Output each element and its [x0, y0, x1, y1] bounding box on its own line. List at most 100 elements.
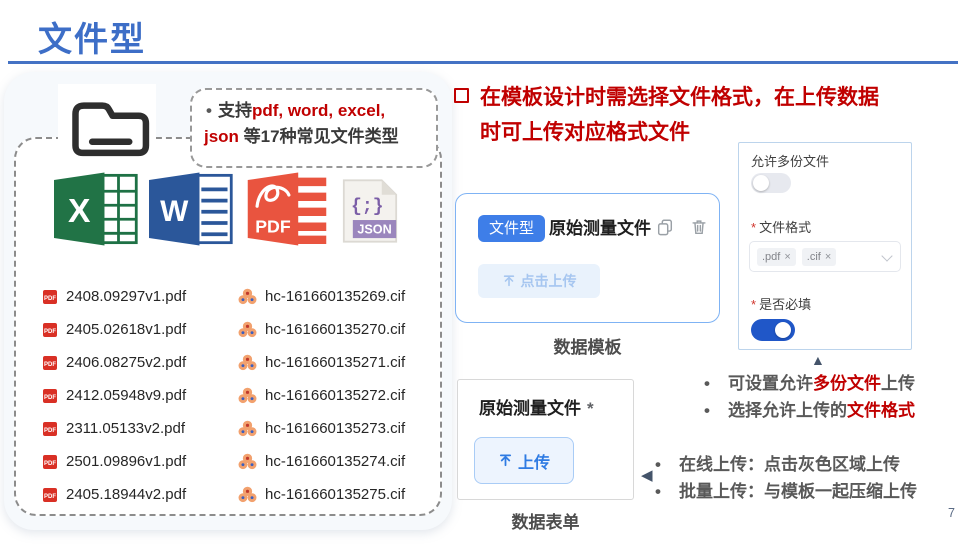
list-item: PDF 2405.18944v2.pdf	[42, 478, 186, 511]
format-tag[interactable]: .pdf ×	[757, 248, 796, 266]
square-bullet-icon	[454, 88, 469, 103]
svg-text:PDF: PDF	[44, 296, 56, 302]
file-name: hc-161660135274.cif	[265, 453, 405, 470]
settings-notes: • 可设置允许多份文件上传 • 选择允许上传的文件格式	[704, 370, 954, 424]
molecule-icon	[238, 386, 257, 405]
required-asterisk: *	[751, 220, 756, 235]
form-caption: 数据表单	[457, 508, 634, 533]
pdf-file-icon: PDF	[42, 355, 58, 371]
svg-text:PDF: PDF	[44, 461, 56, 467]
multi-file-label: 允许多份文件	[751, 151, 829, 170]
field-name: 原始测量文件	[549, 215, 651, 242]
copy-icon[interactable]	[656, 218, 674, 241]
required-mark: *	[587, 399, 594, 418]
excel-icon: X	[54, 170, 140, 248]
file-type-icons: X W PDF {;}	[42, 170, 412, 250]
multi-file-toggle[interactable]	[751, 173, 791, 193]
click-upload-button[interactable]: 点击上传	[478, 264, 600, 298]
slide: 文件型 •支持pdf, word, excel, json 等17种常见文件类型…	[0, 0, 971, 546]
format-select[interactable]: .pdf × .cif ×	[749, 241, 901, 272]
callout-tail: 等17种常见文件类型	[239, 127, 399, 146]
list-item: PDF2311.05133v2.pdf	[42, 412, 186, 445]
data-form-card: 原始测量文件* 上传	[457, 379, 634, 500]
pointer-left-icon: ◀	[641, 466, 653, 484]
tag-close-icon[interactable]: ×	[784, 251, 790, 263]
file-name: hc-161660135271.cif	[265, 354, 405, 371]
list-item: hc-161660135270.cif	[238, 313, 405, 346]
page-title: 文件型	[38, 12, 146, 61]
list-item: hc-161660135271.cif	[238, 346, 405, 379]
file-name: hc-161660135269.cif	[265, 288, 405, 305]
required-toggle[interactable]	[751, 319, 795, 341]
pdf-file-list: PDF2408.09297v1.pdf PDF2405.02618v1.pdf …	[42, 280, 186, 511]
pdf-file-icon: PDF	[42, 454, 58, 470]
pdf-file-icon: PDF	[42, 322, 58, 338]
pdf-icon: PDF	[244, 170, 330, 248]
molecule-icon	[238, 287, 257, 306]
svg-text:W: W	[160, 195, 189, 228]
list-item: PDF 2408.09297v1.pdf	[42, 280, 186, 313]
file-name: 2501.09896v1.pdf	[66, 453, 186, 470]
file-name: 2406.08275v2.pdf	[66, 354, 186, 371]
pdf-file-icon: PDF	[42, 487, 58, 503]
svg-text:{;}: {;}	[351, 197, 384, 217]
note-item: • 在线上传：点击灰色区域上传	[655, 451, 955, 478]
upload-notes: • 在线上传：点击灰色区域上传 • 批量上传：与模板一起压缩上传	[655, 451, 955, 505]
bullet-dot: •	[704, 397, 728, 424]
json-icon: {;} JSON	[342, 178, 398, 244]
file-name: hc-161660135275.cif	[265, 486, 405, 503]
file-name: hc-161660135273.cif	[265, 420, 405, 437]
list-item: hc-161660135274.cif	[238, 445, 405, 478]
note-item: • 选择允许上传的文件格式	[704, 397, 954, 424]
callout-text: 支持	[218, 101, 252, 120]
heading-line1: 在模板设计时需选择文件格式，在上传数据	[480, 80, 957, 115]
chevron-down-icon[interactable]	[881, 250, 892, 261]
list-item: hc-161660135273.cif	[238, 412, 405, 445]
molecule-icon	[238, 485, 257, 504]
trash-icon[interactable]	[690, 218, 708, 241]
file-type-chip[interactable]: 文件型	[478, 215, 545, 242]
molecule-icon	[238, 419, 257, 438]
supported-formats-callout: •支持pdf, word, excel, json 等17种常见文件类型	[190, 88, 438, 168]
upload-icon	[502, 274, 516, 288]
list-item: PDF 2406.08275v2.pdf	[42, 346, 186, 379]
note-item: • 批量上传：与模板一起压缩上传	[655, 478, 955, 505]
tag-label: .cif	[807, 251, 821, 263]
list-item: hc-161660135272.cif	[238, 379, 405, 412]
form-field-label: 原始测量文件*	[479, 394, 594, 419]
list-item: PDF 2501.09896v1.pdf	[42, 445, 186, 478]
cif-file-list: hc-161660135269.cif hc-161660135270.cif …	[238, 280, 405, 511]
bullet-dot: •	[704, 370, 728, 397]
file-name: 2408.09297v1.pdf	[66, 288, 186, 305]
folder-icon	[58, 84, 156, 168]
tag-label: .pdf	[762, 251, 780, 263]
bullet-dot: •	[655, 478, 679, 505]
svg-text:PDF: PDF	[44, 395, 56, 401]
svg-text:PDF: PDF	[44, 494, 56, 500]
file-name: hc-161660135272.cif	[265, 387, 405, 404]
upload-button[interactable]: 上传	[474, 437, 574, 484]
format-label: *文件格式	[751, 217, 811, 236]
note-item: • 可设置允许多份文件上传	[704, 370, 954, 397]
tag-close-icon[interactable]: ×	[825, 251, 831, 263]
required-asterisk: *	[751, 297, 756, 312]
list-item: PDF 2412.05948v9.pdf	[42, 379, 186, 412]
pdf-file-icon: PDF	[42, 388, 58, 404]
svg-text:X: X	[68, 193, 91, 230]
toggle-knob	[775, 322, 791, 338]
list-item: hc-161660135269.cif	[238, 280, 405, 313]
pointer-up-icon: ▲	[811, 352, 825, 368]
toggle-knob	[753, 175, 769, 191]
format-tag[interactable]: .cif ×	[802, 248, 837, 266]
file-name: 2412.05948v9.pdf	[66, 387, 186, 404]
title-underline	[8, 61, 958, 64]
svg-text:PDF: PDF	[44, 362, 56, 368]
file-name: hc-161660135270.cif	[265, 321, 405, 338]
file-name: 2405.18944v2.pdf	[66, 486, 186, 503]
file-name: 2311.05133v2.pdf	[66, 420, 185, 437]
svg-text:PDF: PDF	[255, 216, 291, 236]
svg-text:PDF: PDF	[44, 329, 56, 335]
callout-formats: pdf, word, excel,	[252, 101, 385, 120]
callout-json: json	[204, 127, 239, 146]
upload-label: 上传	[518, 449, 550, 473]
